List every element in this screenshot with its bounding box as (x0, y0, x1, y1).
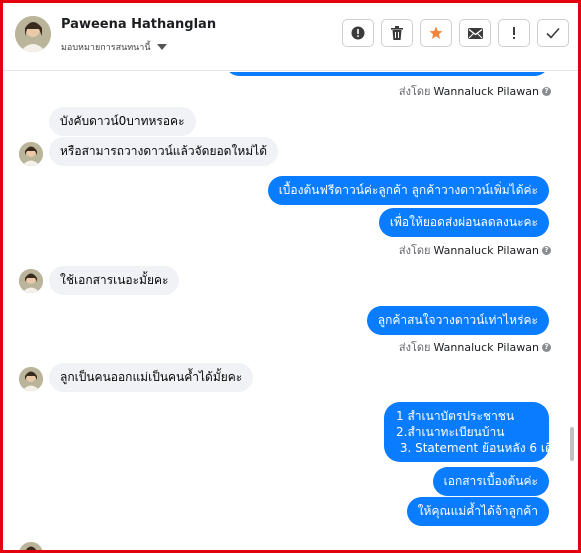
mail-icon (467, 27, 483, 39)
outgoing-message: เบื้องต้นฟรีดาวน์ค่ะลูกค้า ลูกค้าวางดาวน… (267, 176, 549, 205)
sent-by-label: ส่งโดย Wannaluck Pilawan? (399, 338, 551, 356)
conversation-actions (342, 19, 569, 47)
caret-down-icon (156, 44, 167, 50)
mark-done-button[interactable] (537, 19, 569, 47)
outgoing-message: เพื่อให้ยอดส่งผ่อนลดลงนะคะ (378, 208, 549, 237)
conversation-header: Paweena Hathanglan มอบหมายการสนทนานี้ (3, 3, 578, 71)
incoming-message: บังคับดาวน์0บาทหรอคะ (49, 107, 196, 136)
exclamation-icon (513, 27, 515, 39)
contact-name[interactable]: Paweena Hathanglan (61, 17, 216, 32)
contact-avatar-small (19, 367, 43, 391)
incoming-message: ใช้เอกสารเนอะมั้ยคะ (49, 266, 180, 295)
info-icon[interactable]: ? (542, 86, 551, 96)
contact-avatar[interactable] (15, 16, 51, 52)
outgoing-message-documents: 1 สำเนาบัตรประชาชน 2.สำเนาทะเบียนบ้าน 3.… (384, 402, 567, 462)
scrollbar[interactable] (569, 72, 575, 550)
delete-button[interactable] (381, 19, 413, 47)
message-thread[interactable]: ส่งโดย Wannaluck Pilawan? บังคับดาวน์0บาท… (3, 72, 567, 550)
star-icon (429, 26, 443, 39)
message-bubble-cutoff (225, 72, 549, 76)
assign-label: มอบหมายการสนทนานี้ (61, 43, 151, 53)
follow-up-button[interactable] (498, 19, 530, 47)
spam-button[interactable] (342, 19, 374, 47)
document-line: 2.สำเนาทะเบียนบ้าน (396, 425, 505, 439)
trash-icon (391, 26, 403, 40)
check-icon (546, 27, 560, 39)
spam-icon (351, 26, 365, 40)
assign-conversation-dropdown[interactable]: มอบหมายการสนทนานี้ (61, 40, 167, 54)
scrollbar-thumb[interactable] (570, 427, 574, 461)
sent-by-label: ส่งโดย Wannaluck Pilawan? (399, 82, 551, 100)
document-line: 3. Statement ย้อนหลัง 6 เดือน (396, 441, 567, 455)
sent-by-label: ส่งโดย Wannaluck Pilawan? (399, 241, 551, 259)
star-button[interactable] (420, 19, 452, 47)
mark-unread-button[interactable] (459, 19, 491, 47)
outgoing-message: เอกสารเบื้องต้นค่ะ (432, 467, 549, 496)
info-icon[interactable]: ? (542, 245, 551, 255)
incoming-message: หรือสามารถวางดาวน์แล้วจัดยอดใหม่ได้ (49, 137, 278, 166)
outgoing-message: ลูกค้าสนใจวางดาวน์เท่าไหร่คะ (366, 306, 549, 335)
outgoing-message: ให้คุณแม่ค้ำได้จ้าลูกค้า (406, 497, 549, 526)
contact-avatar-small (19, 269, 43, 293)
contact-avatar-small-cutoff (19, 542, 43, 550)
document-line: 1 สำเนาบัตรประชาชน (396, 409, 515, 423)
info-icon[interactable]: ? (542, 342, 551, 352)
incoming-message: ลูกเป็นคนออกแม่เป็นคนค้ำได้มั้ยคะ (49, 363, 254, 392)
contact-avatar-small (19, 142, 43, 166)
